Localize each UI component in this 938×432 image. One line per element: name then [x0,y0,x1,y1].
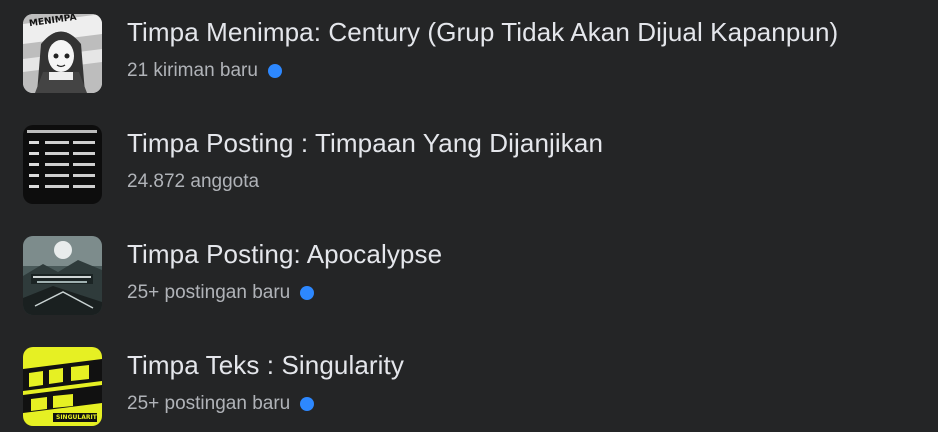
text-lines-thumbnail-icon [23,125,102,204]
group-activity-text: 25+ postingan baru [127,282,291,303]
group-activity-text: 25+ postingan baru [127,393,291,414]
unread-dot-icon [300,397,315,411]
group-subtitle: 25+ postingan baru [127,282,315,304]
group-title[interactable]: Timpa Teks : Singularity [127,350,404,381]
group-subtitle: 21 kiriman baru [127,60,282,82]
group-thumbnail[interactable] [23,236,102,315]
group-subtitle: 24.872 anggota [127,171,259,193]
group-row[interactable]: Timpa Posting : Timpaan Yang Dijanjikan … [0,111,938,211]
group-thumbnail[interactable]: MENIMPA [23,14,102,93]
apocalypse-thumbnail-icon [23,236,102,315]
group-row[interactable]: SINGULARITY Timpa Teks : Singularity 25+… [0,333,938,432]
group-title[interactable]: Timpa Menimpa: Century (Grup Tidak Akan … [127,17,838,48]
group-thumbnail[interactable] [23,125,102,204]
group-list: MENIMPA Timpa Menimpa: Century (Grup Tid… [0,0,938,432]
group-row[interactable]: MENIMPA Timpa Menimpa: Century (Grup Tid… [0,0,938,100]
unread-dot-icon [267,64,282,78]
group-title[interactable]: Timpa Posting : Timpaan Yang Dijanjikan [127,128,603,159]
group-member-count: 24.872 anggota [127,171,260,192]
group-activity-text: 21 kiriman baru [127,60,258,81]
group-thumbnail[interactable]: SINGULARITY [23,347,102,426]
thumb-text: SINGULARITY [56,414,102,421]
group-subtitle: 25+ postingan baru [127,393,315,415]
group-row[interactable]: Timpa Posting: Apocalypse 25+ postingan … [0,222,938,322]
unread-dot-icon [300,286,315,300]
group-title[interactable]: Timpa Posting: Apocalypse [127,239,442,270]
